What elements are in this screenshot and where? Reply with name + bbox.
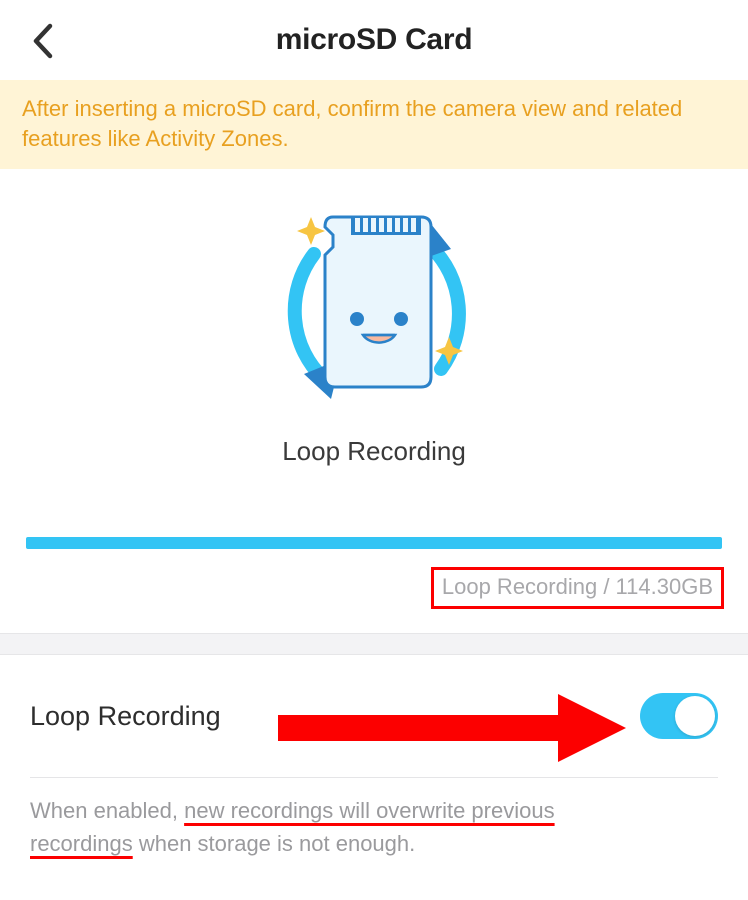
help-text-prefix: When enabled, (30, 798, 184, 823)
toggle-knob (675, 696, 715, 736)
section-divider (0, 633, 748, 655)
back-button[interactable] (30, 22, 54, 65)
loop-recording-label: Loop Recording (30, 701, 221, 732)
help-text-emphasis-1: new recordings will overwrite previous (184, 798, 554, 823)
loop-recording-row: Loop Recording (0, 655, 748, 777)
sd-card-illustration (259, 199, 489, 414)
loop-recording-help-text: When enabled, new recordings will overwr… (0, 778, 748, 860)
info-banner: After inserting a microSD card, confirm … (0, 80, 748, 169)
loop-recording-toggle[interactable] (640, 693, 718, 739)
page-title: microSD Card (0, 23, 748, 57)
storage-usage-label: Loop Recording / 114.30GB (431, 567, 724, 609)
help-text-emphasis-2: recordings (30, 831, 133, 856)
storage-usage-bar (26, 537, 722, 549)
illustration-caption: Loop Recording (282, 436, 466, 467)
help-text-suffix: when storage is not enough. (133, 831, 416, 856)
